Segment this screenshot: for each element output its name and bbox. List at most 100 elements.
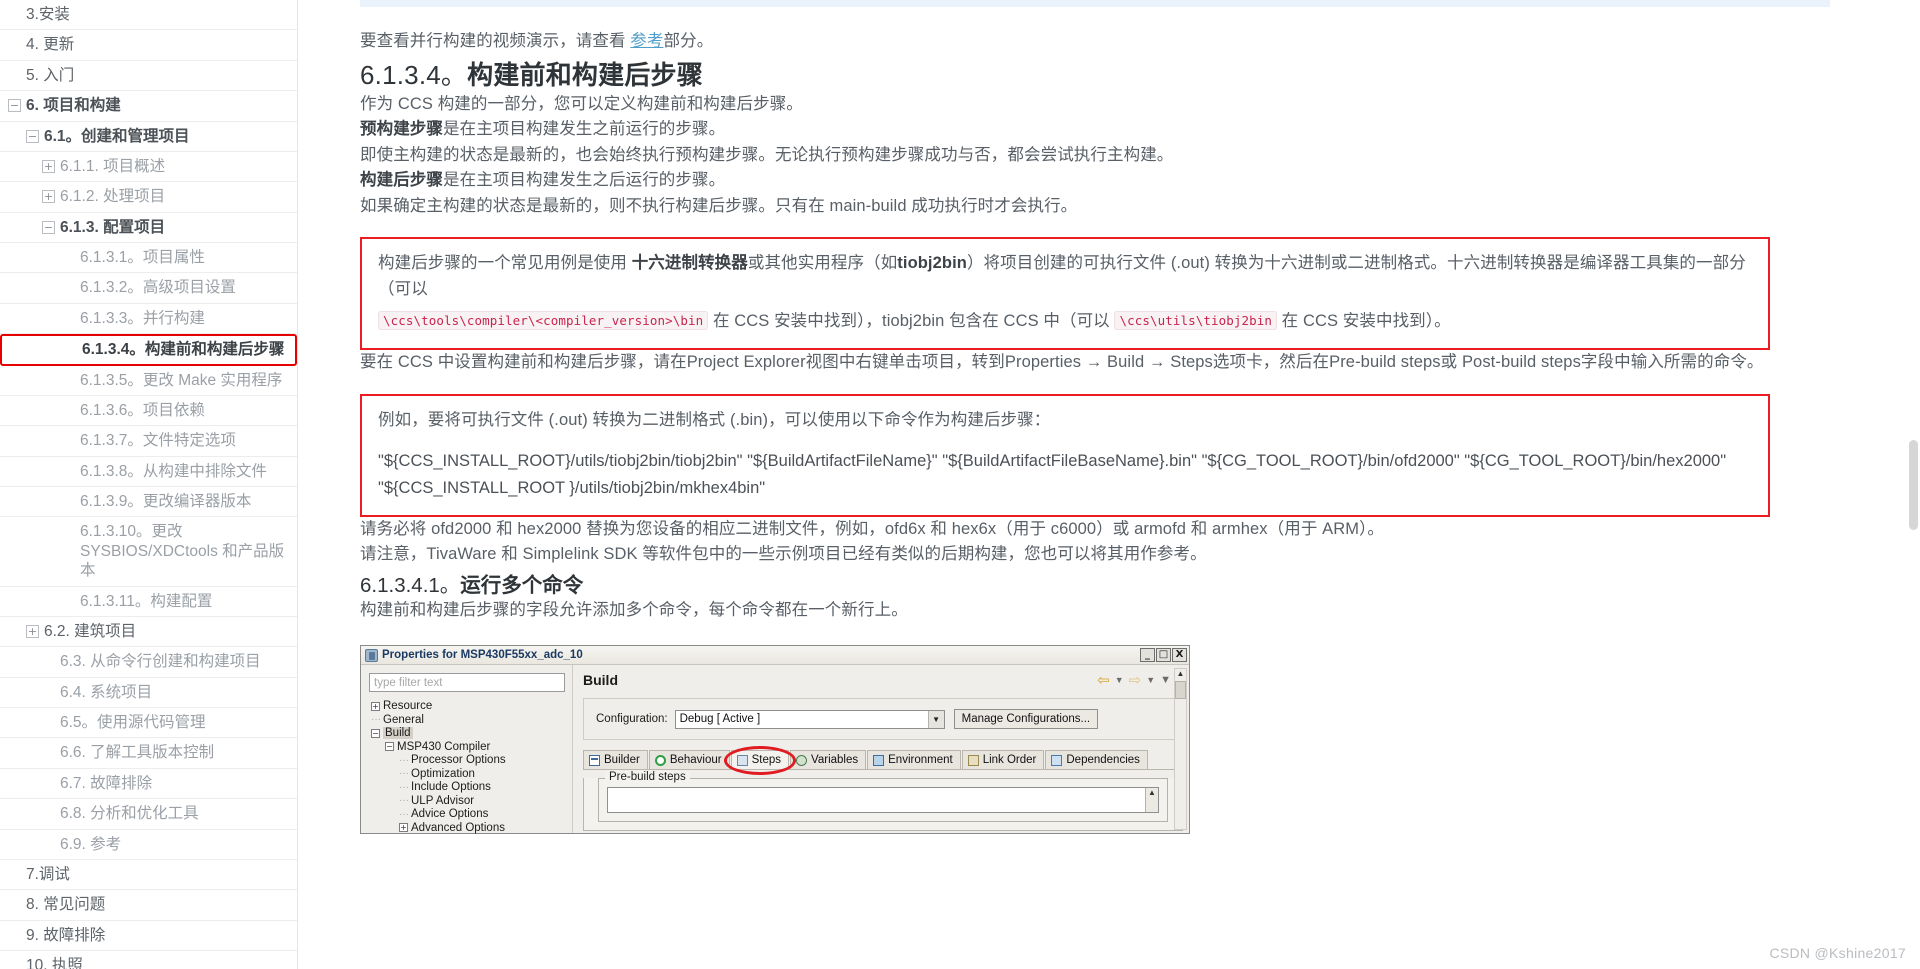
sidebar-item-18[interactable]: 6.1.3.11。构建配置 [0, 587, 297, 617]
hex-converter-text-line2: \ccs\tools\compiler\<compiler_version>\b… [378, 309, 1752, 335]
maximize-button[interactable]: □ [1156, 648, 1171, 663]
tree-node[interactable]: + Advanced Options [369, 821, 566, 835]
tree-node[interactable]: ··· ULP Advisor [369, 794, 566, 808]
sidebar-item-24[interactable]: 6.7. 故障排除 [0, 769, 297, 800]
sidebar-item-label: 6.1.3.10。更改 SYSBIOS/XDCtools 和产品版本 [80, 523, 285, 580]
prebuild-steps-input[interactable]: ▲ [607, 787, 1159, 814]
back-dropdown-icon[interactable]: ▼ [1115, 675, 1124, 685]
properties-tree[interactable]: + Resource ··· General − Build − MSP430 Compile… [369, 699, 566, 834]
forward-arrow-icon[interactable]: ⇨ [1129, 671, 1142, 689]
scroll-up-arrow-icon[interactable]: ▲ [1175, 669, 1186, 678]
expand-icon[interactable]: + [42, 190, 55, 204]
sidebar-item-5[interactable]: +6.1.1. 项目概述 [0, 152, 297, 183]
sidebar-item-11[interactable]: 6.1.3.4。构建前和构建后步骤 [0, 334, 297, 366]
sidebar-item-19[interactable]: +6.2. 建筑项目 [0, 617, 297, 648]
sidebar-item-label: 8. 常见问题 [26, 896, 106, 914]
sidebar-item-6[interactable]: +6.1.2. 处理项目 [0, 182, 297, 213]
sidebar-toc[interactable]: 3.安装 4. 更新 5. 入门 −6. 项目和构建 −6.1。创建和管理项目 +6.1.… [0, 0, 298, 969]
page-scroll-thumb[interactable] [1909, 440, 1918, 530]
sidebar-item-25[interactable]: 6.8. 分析和优化工具 [0, 799, 297, 830]
sidebar-item-16[interactable]: 6.1.3.9。更改编译器版本 [0, 487, 297, 518]
tab-builder[interactable]: Builder [583, 750, 648, 770]
sidebar-item-2[interactable]: 5. 入门 [0, 61, 297, 92]
page-scrollbar[interactable] [1909, 0, 1918, 969]
chevron-down-icon[interactable]: ▼ [927, 710, 944, 728]
close-button[interactable]: X [1172, 648, 1187, 663]
tree-expand-icon[interactable]: + [399, 823, 408, 833]
spacer-icon [8, 8, 21, 21]
sidebar-item-13[interactable]: 6.1.3.6。项目依赖 [0, 396, 297, 427]
sidebar-item-1[interactable]: 4. 更新 [0, 30, 297, 61]
configuration-select[interactable]: Debug [ Active ] ▼ [674, 709, 945, 729]
sidebar-item-10[interactable]: 6.1.3.3。并行构建 [0, 304, 297, 335]
sidebar-item-3[interactable]: −6. 项目和构建 [0, 91, 297, 122]
tree-node[interactable]: ··· General [369, 713, 566, 727]
sidebar-item-4[interactable]: −6.1。创建和管理项目 [0, 122, 297, 152]
expand-icon[interactable]: + [26, 624, 39, 638]
sidebar-item-30[interactable]: 10. 执照 [0, 951, 297, 969]
back-arrow-icon[interactable]: ⇦ [1097, 671, 1110, 689]
sidebar-item-29[interactable]: 9. 故障排除 [0, 921, 297, 951]
manage-configurations-button[interactable]: Manage Configurations... [953, 709, 1099, 730]
sidebar-item-27[interactable]: 7.调试 [0, 860, 297, 891]
dialog-window-buttons: _ □ X [1140, 648, 1187, 663]
sidebar-item-7[interactable]: −6.1.3. 配置项目 [0, 213, 297, 243]
tab-environment[interactable]: Environment [867, 750, 961, 770]
minimize-button[interactable]: _ [1140, 648, 1155, 663]
sidebar-item-8[interactable]: 6.1.3.1。项目属性 [0, 243, 297, 274]
spacer-icon [42, 777, 55, 790]
tree-collapse-icon[interactable]: − [371, 728, 380, 738]
tree-node[interactable]: ··· Optimization [369, 767, 566, 781]
sidebar-item-23[interactable]: 6.6. 了解工具版本控制 [0, 738, 297, 769]
sidebar-item-9[interactable]: 6.1.3.2。高级项目设置 [0, 273, 297, 304]
collapse-icon[interactable]: − [42, 220, 55, 234]
expand-icon[interactable]: + [42, 159, 55, 173]
tree-node[interactable]: + Resource [369, 699, 566, 713]
collapse-icon[interactable]: − [8, 99, 21, 113]
tab-variables[interactable]: Variables [790, 750, 867, 770]
dialog-nav-panel: type filter text + Resource ··· General − Bui… [361, 665, 573, 834]
spacer-icon [8, 898, 21, 911]
tab-steps[interactable]: Steps [730, 750, 790, 770]
dialog-vertical-scrollbar[interactable]: ▲ [1174, 668, 1187, 831]
paragraph-prebuild: 预构建步骤是在主项目构建发生之前运行的步骤。 即使主构建的状态是最新的，也会始终… [360, 117, 1770, 168]
menu-dropdown-icon[interactable]: ▼ [1160, 674, 1171, 686]
sidebar-item-22[interactable]: 6.5。使用源代码管理 [0, 708, 297, 739]
sidebar-item-20[interactable]: 6.3. 从命令行创建和构建项目 [0, 647, 297, 678]
sidebar-item-26[interactable]: 6.9. 参考 [0, 830, 297, 860]
tree-node[interactable]: − Build [369, 726, 566, 740]
sidebar-item-21[interactable]: 6.4. 系统项目 [0, 678, 297, 708]
sidebar-item-label: 6.1.3.11。构建配置 [80, 592, 213, 610]
spacer-icon [62, 434, 75, 447]
sidebar-item-12[interactable]: 6.1.3.5。更改 Make 实用程序 [0, 366, 297, 396]
example-command-line2: "${CCS_INSTALL_ROOT }/utils/tiobj2bin/mk… [378, 478, 766, 497]
forward-dropdown-icon[interactable]: ▼ [1146, 675, 1155, 685]
prebuild-desc: 是在主项目构建发生之前运行的步骤。 [443, 120, 726, 139]
tree-node[interactable]: ··· Processor Options [369, 753, 566, 767]
scroll-thumb[interactable] [1175, 681, 1186, 700]
sidebar-item-label: 6.1.2. 处理项目 [60, 188, 166, 206]
prebuild-scrollbar[interactable]: ▲ [1145, 788, 1158, 813]
sidebar-item-0[interactable]: 3.安装 [0, 0, 297, 31]
postbuild-term: 构建后步骤 [360, 171, 443, 190]
tab-dependencies[interactable]: Dependencies [1045, 750, 1148, 770]
tree-node[interactable]: ··· Advice Options [369, 807, 566, 821]
tab-behaviour[interactable]: Behaviour [648, 750, 730, 770]
filter-input[interactable]: type filter text [369, 673, 565, 693]
reference-link[interactable]: 参考 [630, 32, 663, 50]
tab-link-order[interactable]: Link Order [961, 750, 1045, 770]
sidebar-item-28[interactable]: 8. 常见问题 [0, 890, 297, 921]
spacer-icon [62, 465, 75, 478]
section-number: 6.1.3.4。 [360, 59, 468, 90]
subsection-title: 6.1.3.4.1。运行多个命令 [360, 568, 1770, 598]
build-tabs[interactable]: Builder Behaviour Steps Variables Environmen… [583, 750, 1183, 770]
sidebar-item-17[interactable]: 6.1.3.10。更改 SYSBIOS/XDCtools 和产品版本 [0, 517, 297, 587]
tree-node[interactable]: − MSP430 Compiler [369, 740, 566, 754]
tree-collapse-icon[interactable]: − [385, 742, 394, 752]
sidebar-item-15[interactable]: 6.1.3.8。从构建中排除文件 [0, 457, 297, 487]
sidebar-item-label: 6.3. 从命令行创建和构建项目 [60, 653, 261, 671]
sidebar-item-14[interactable]: 6.1.3.7。文件特定选项 [0, 426, 297, 457]
collapse-icon[interactable]: − [26, 129, 39, 143]
tree-node[interactable]: ··· Include Options [369, 780, 566, 794]
tree-expand-icon[interactable]: + [371, 701, 380, 711]
